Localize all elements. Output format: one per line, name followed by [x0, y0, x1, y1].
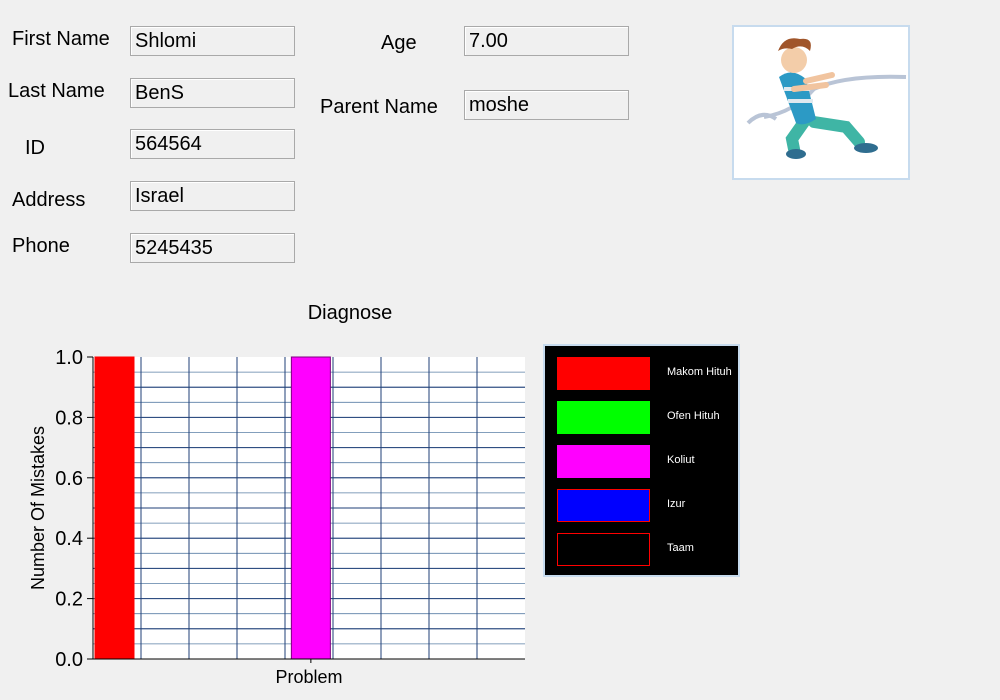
legend-item: Ofen Hituh — [557, 401, 737, 434]
legend-label: Makom Hituh — [667, 366, 732, 378]
legend-swatch — [557, 445, 650, 478]
legend-label: Ofen Hituh — [667, 410, 720, 422]
y-tick-label: 1.0 — [55, 347, 83, 369]
legend-label: Koliut — [667, 454, 695, 466]
legend-item: Makom Hituh — [557, 357, 737, 390]
legend-swatch — [557, 401, 650, 434]
bar-makom-hituh — [94, 356, 135, 660]
bar-chart: 0.0 0.2 0.4 0.6 0.8 1.0 Number Of Mistakes Pr… — [28, 347, 525, 687]
x-axis-label: Problem — [275, 667, 342, 687]
y-tick-label: 0.4 — [55, 528, 83, 550]
legend-swatch — [557, 533, 650, 566]
legend-label: Izur — [667, 498, 686, 510]
y-tick-label: 0.2 — [55, 589, 83, 611]
legend-item: Koliut — [557, 445, 737, 478]
legend-item: Taam — [557, 533, 737, 566]
chart-legend: Makom Hituh Ofen Hituh Koliut Izur Taam — [543, 344, 740, 577]
legend-item: Izur — [557, 489, 737, 522]
legend-swatch — [557, 357, 650, 390]
y-tick-label: 0.8 — [55, 407, 83, 429]
legend-label: Taam — [667, 542, 694, 554]
legend-swatch — [557, 489, 650, 522]
y-tick-label: 0.6 — [55, 468, 83, 490]
y-axis-label: Number Of Mistakes — [28, 426, 48, 590]
y-tick-label: 0.0 — [55, 649, 83, 671]
bar-koliut — [290, 356, 331, 660]
